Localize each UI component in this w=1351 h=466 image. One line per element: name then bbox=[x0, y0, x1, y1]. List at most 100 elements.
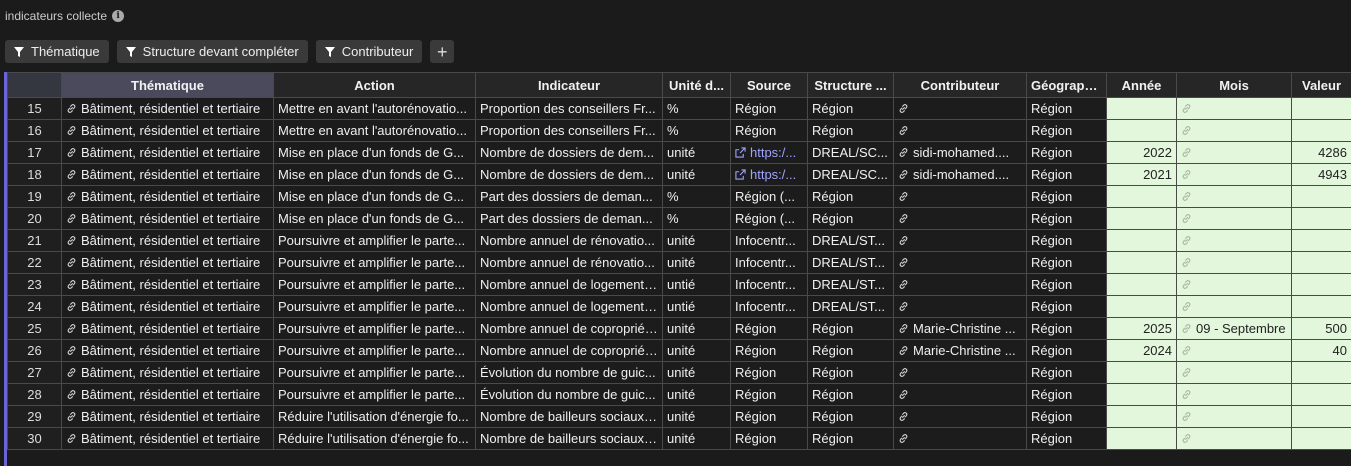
cell-action[interactable]: Poursuivre et amplifier le parte... bbox=[273, 251, 476, 274]
cell-mois[interactable]: 09 - Septembre bbox=[1176, 317, 1292, 340]
cell-thematique[interactable]: Bâtiment, résidentiel et tertiaire bbox=[61, 339, 274, 362]
link-icon[interactable] bbox=[898, 191, 909, 202]
cell-indicateur[interactable]: Proportion des conseillers Fr... bbox=[475, 97, 663, 120]
table-row[interactable]: 16 Bâtiment, résidentiel et tertiaire Mett… bbox=[7, 119, 1351, 142]
cell-mois[interactable] bbox=[1176, 405, 1292, 428]
cell-contributeur[interactable] bbox=[893, 427, 1027, 450]
cell-indicateur[interactable]: Nombre de dossiers de dem... bbox=[475, 141, 663, 164]
cell-mois[interactable] bbox=[1176, 383, 1292, 406]
cell-contributeur[interactable]: sidi-mohamed.... bbox=[893, 163, 1027, 186]
link-icon[interactable] bbox=[898, 279, 909, 290]
cell-source[interactable]: Infocentr... bbox=[730, 229, 808, 252]
cell-structure[interactable]: DREAL/ST... bbox=[807, 273, 894, 296]
cell-indicateur[interactable]: Nombre annuel de rénovatio... bbox=[475, 251, 663, 274]
cell-unite[interactable]: unité bbox=[662, 427, 731, 450]
cell-structure[interactable]: Région bbox=[807, 97, 894, 120]
row-number[interactable]: 29 bbox=[7, 405, 62, 428]
row-number[interactable]: 28 bbox=[7, 383, 62, 406]
cell-source[interactable]: Région bbox=[730, 119, 808, 142]
cell-indicateur[interactable]: Nombre annuel de logement ... bbox=[475, 295, 663, 318]
row-number[interactable]: 22 bbox=[7, 251, 62, 274]
cell-source[interactable]: Région bbox=[730, 405, 808, 428]
row-number[interactable]: 23 bbox=[7, 273, 62, 296]
cell-valeur[interactable] bbox=[1291, 97, 1351, 120]
filter-button-structure[interactable]: Structure devant compléter bbox=[116, 40, 308, 63]
cell-contributeur[interactable] bbox=[893, 273, 1027, 296]
row-number[interactable]: 21 bbox=[7, 229, 62, 252]
cell-structure[interactable]: Région bbox=[807, 427, 894, 450]
link-icon[interactable] bbox=[1181, 125, 1192, 136]
cell-action[interactable]: Poursuivre et amplifier le parte... bbox=[273, 317, 476, 340]
cell-unite[interactable]: % bbox=[662, 207, 731, 230]
column-header[interactable]: Mois bbox=[1176, 72, 1292, 98]
link-icon[interactable] bbox=[1181, 257, 1192, 268]
table-row[interactable]: 25 Bâtiment, résidentiel et tertiaire Pour… bbox=[7, 317, 1351, 340]
cell-thematique[interactable]: Bâtiment, résidentiel et tertiaire bbox=[61, 383, 274, 406]
cell-geographie[interactable]: Région bbox=[1026, 361, 1107, 384]
cell-unite[interactable]: unité bbox=[662, 383, 731, 406]
link-icon[interactable] bbox=[66, 367, 77, 378]
cell-indicateur[interactable]: Nombre de bailleurs sociaux ... bbox=[475, 427, 663, 450]
cell-mois[interactable] bbox=[1176, 273, 1292, 296]
cell-geographie[interactable]: Région bbox=[1026, 405, 1107, 428]
cell-geographie[interactable]: Région bbox=[1026, 383, 1107, 406]
link-icon[interactable] bbox=[66, 389, 77, 400]
cell-annee[interactable] bbox=[1106, 295, 1177, 318]
link-icon[interactable] bbox=[66, 213, 77, 224]
link-icon[interactable] bbox=[1181, 147, 1192, 158]
external-link-icon[interactable] bbox=[735, 169, 746, 180]
cell-valeur[interactable] bbox=[1291, 295, 1351, 318]
row-number[interactable]: 20 bbox=[7, 207, 62, 230]
cell-indicateur[interactable]: Part des dossiers de deman... bbox=[475, 207, 663, 230]
cell-structure[interactable]: DREAL/SC... bbox=[807, 141, 894, 164]
cell-contributeur[interactable] bbox=[893, 383, 1027, 406]
cell-action[interactable]: Mise en place d'un fonds de G... bbox=[273, 185, 476, 208]
cell-structure[interactable]: Région bbox=[807, 339, 894, 362]
link-icon[interactable] bbox=[898, 147, 909, 158]
cell-unite[interactable]: untié bbox=[662, 273, 731, 296]
cell-structure[interactable]: Région bbox=[807, 405, 894, 428]
filter-button-contributeur[interactable]: Contributeur bbox=[315, 40, 423, 63]
cell-valeur[interactable] bbox=[1291, 207, 1351, 230]
link-icon[interactable] bbox=[66, 257, 77, 268]
table-row[interactable]: 26 Bâtiment, résidentiel et tertiaire Pour… bbox=[7, 339, 1351, 362]
link-icon[interactable] bbox=[1181, 411, 1192, 422]
cell-annee[interactable] bbox=[1106, 229, 1177, 252]
cell-indicateur[interactable]: Évolution du nombre de guic... bbox=[475, 383, 663, 406]
cell-mois[interactable] bbox=[1176, 251, 1292, 274]
cell-thematique[interactable]: Bâtiment, résidentiel et tertiaire bbox=[61, 185, 274, 208]
cell-indicateur[interactable]: Nombre annuel de copropriét... bbox=[475, 317, 663, 340]
cell-contributeur[interactable] bbox=[893, 97, 1027, 120]
column-header[interactable]: Année bbox=[1106, 72, 1177, 98]
cell-indicateur[interactable]: Proportion des conseillers Fr... bbox=[475, 119, 663, 142]
cell-geographie[interactable]: Région bbox=[1026, 251, 1107, 274]
table-row[interactable]: 30 Bâtiment, résidentiel et tertiaire Rédu… bbox=[7, 427, 1351, 450]
cell-action[interactable]: Mise en place d'un fonds de G... bbox=[273, 163, 476, 186]
link-icon[interactable] bbox=[66, 169, 77, 180]
table-row[interactable]: 15 Bâtiment, résidentiel et tertiaire Mett… bbox=[7, 97, 1351, 120]
cell-valeur[interactable] bbox=[1291, 383, 1351, 406]
row-number[interactable]: 26 bbox=[7, 339, 62, 362]
cell-source[interactable]: Région (... bbox=[730, 207, 808, 230]
cell-source[interactable]: Région bbox=[730, 361, 808, 384]
link-icon[interactable] bbox=[66, 279, 77, 290]
cell-annee[interactable]: 2024 bbox=[1106, 339, 1177, 362]
cell-annee[interactable] bbox=[1106, 405, 1177, 428]
row-number[interactable]: 30 bbox=[7, 427, 62, 450]
link-icon[interactable] bbox=[898, 323, 909, 334]
cell-contributeur[interactable]: sidi-mohamed.... bbox=[893, 141, 1027, 164]
cell-mois[interactable] bbox=[1176, 229, 1292, 252]
cell-source[interactable]: Région bbox=[730, 383, 808, 406]
cell-annee[interactable]: 2021 bbox=[1106, 163, 1177, 186]
cell-valeur[interactable]: 500 bbox=[1291, 317, 1351, 340]
cell-structure[interactable]: DREAL/ST... bbox=[807, 229, 894, 252]
column-header[interactable]: Thématique bbox=[61, 72, 274, 98]
cell-contributeur[interactable] bbox=[893, 185, 1027, 208]
cell-valeur[interactable] bbox=[1291, 185, 1351, 208]
cell-mois[interactable] bbox=[1176, 141, 1292, 164]
cell-thematique[interactable]: Bâtiment, résidentiel et tertiaire bbox=[61, 427, 274, 450]
cell-mois[interactable] bbox=[1176, 185, 1292, 208]
cell-unite[interactable]: unité bbox=[662, 163, 731, 186]
info-icon[interactable]: i bbox=[112, 10, 125, 22]
table-row[interactable]: 27 Bâtiment, résidentiel et tertiaire Pour… bbox=[7, 361, 1351, 384]
